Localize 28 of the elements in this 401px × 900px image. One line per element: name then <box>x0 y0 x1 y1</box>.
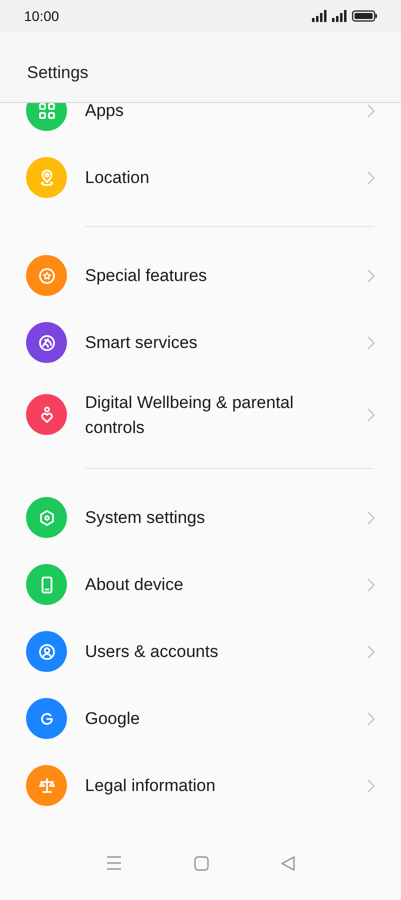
chevron-icon <box>367 336 375 350</box>
menu-icon[interactable] <box>106 856 122 870</box>
chevron-icon <box>367 408 375 422</box>
settings-item[interactable]: About device <box>85 572 367 597</box>
battery-icon <box>352 10 377 22</box>
back-icon[interactable] <box>281 856 295 870</box>
settings-item[interactable]: Smart services <box>85 330 367 355</box>
page-title: Settings <box>27 63 88 83</box>
settings-item[interactable]: Special features <box>85 263 367 288</box>
chevron-icon <box>367 712 375 726</box>
chevron-icon <box>367 644 375 658</box>
signal-icon <box>312 10 327 22</box>
settings-item[interactable]: Digital Wellbeing & parental controls <box>85 390 367 440</box>
settings-item[interactable]: Apps <box>85 103 367 123</box>
settings-item[interactable]: Google <box>85 706 367 731</box>
status-time: 10:00 <box>24 8 60 24</box>
chevron-icon <box>367 268 375 282</box>
chevron-icon <box>367 578 375 592</box>
chevron-icon <box>367 510 375 524</box>
signal-icon <box>332 10 347 22</box>
home-icon[interactable] <box>194 856 209 870</box>
chevron-icon <box>367 170 375 184</box>
chevron-icon <box>367 778 375 792</box>
settings-item[interactable]: Location <box>85 165 367 190</box>
chevron-icon <box>367 104 375 118</box>
settings-item[interactable]: Users & accounts <box>85 639 367 664</box>
settings-item[interactable]: System settings <box>85 505 367 530</box>
settings-item[interactable]: Legal information <box>85 773 367 798</box>
